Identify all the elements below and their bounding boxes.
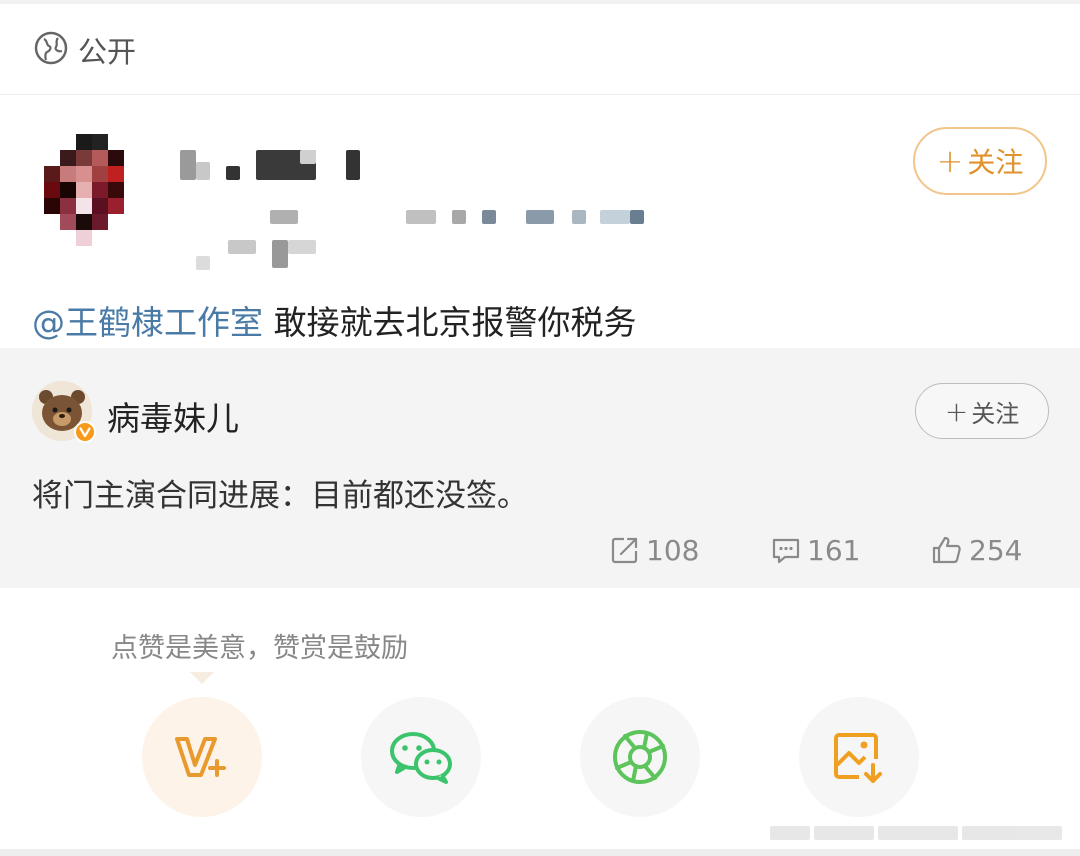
comment-button[interactable]: 161	[771, 533, 860, 567]
avatar-pixel	[60, 198, 76, 214]
watermark-block	[962, 826, 1062, 840]
header-divider	[0, 94, 1080, 95]
blurred-username	[346, 150, 360, 180]
blurred-meta	[526, 210, 554, 224]
thumbs-up-icon	[932, 536, 961, 564]
verified-badge-icon	[74, 421, 96, 443]
avatar-pixel	[44, 166, 60, 182]
quoted-text: 将门主演合同进展：目前都还没签。	[32, 478, 528, 514]
visibility-indicator: 公开	[34, 30, 136, 70]
blurred-meta	[482, 210, 496, 224]
avatar-pixel	[76, 182, 92, 198]
blurred-username	[226, 166, 240, 180]
repost-count: 108	[646, 533, 700, 567]
avatar-pixel	[76, 134, 92, 150]
share-moments-button[interactable]	[580, 697, 700, 817]
blurred-username	[300, 150, 316, 164]
avatar-pixel	[92, 150, 108, 166]
quoted-post[interactable]: 病毒妹儿 + 关注 将门主演合同进展：目前都还没签。 108 161 254	[0, 348, 1080, 588]
quoted-author-avatar[interactable]	[32, 381, 96, 443]
avatar-pixel	[76, 214, 92, 230]
follow-label: 关注	[967, 146, 1024, 179]
reward-button[interactable]	[142, 697, 262, 817]
plus-icon: +	[936, 142, 964, 180]
repost-button[interactable]: 108	[610, 533, 699, 567]
avatar-pixel	[92, 198, 108, 214]
follow-label: 关注	[971, 399, 1020, 428]
avatar-pixel	[92, 182, 108, 198]
watermark-block	[814, 826, 874, 840]
blurred-username	[196, 162, 210, 180]
avatar-pixel	[108, 150, 124, 166]
blurred-meta	[572, 210, 586, 224]
mention-link[interactable]: @王鹤棣工作室	[32, 303, 263, 342]
avatar-pixel	[60, 214, 76, 230]
visibility-label: 公开	[78, 35, 137, 69]
avatar-pixel	[92, 134, 108, 150]
watermark-block	[770, 826, 810, 840]
bottom-edge	[0, 849, 1080, 856]
blurred-meta	[196, 256, 210, 270]
globe-icon	[34, 31, 68, 69]
avatar-pixel	[76, 166, 92, 182]
avatar-pixel	[108, 198, 124, 214]
watermark-block	[878, 826, 958, 840]
avatar-pixel	[44, 182, 60, 198]
avatar-pixel	[108, 182, 124, 198]
avatar-pixel	[76, 230, 92, 246]
post-body: @王鹤棣工作室 敢接就去北京报警你税务	[32, 296, 637, 344]
like-button[interactable]: 254	[931, 533, 1022, 567]
reward-tip: 点赞是美意，赞赏是鼓励	[111, 633, 408, 664]
quoted-author-name[interactable]: 病毒妹儿	[107, 392, 239, 440]
weibo-v-plus-icon	[175, 737, 226, 777]
save-image-icon	[834, 733, 882, 783]
follow-button[interactable]: + 关注	[913, 127, 1047, 195]
blurred-watermark	[770, 826, 1070, 842]
poster-avatar[interactable]	[44, 134, 136, 246]
avatar-pixel	[92, 214, 108, 230]
avatar-pixel	[76, 198, 92, 214]
wechat-moments-icon	[613, 730, 667, 784]
blurred-meta	[406, 210, 436, 224]
avatar-pixel	[76, 150, 92, 166]
top-separator	[0, 0, 1080, 4]
quoted-follow-button[interactable]: + 关注	[915, 383, 1049, 439]
blurred-username	[180, 150, 196, 180]
avatar-pixel	[44, 198, 60, 214]
avatar-pixel	[92, 166, 108, 182]
share-wechat-button[interactable]	[361, 697, 481, 817]
blurred-meta	[228, 240, 256, 254]
avatar-pixel	[60, 166, 76, 182]
blurred-meta	[452, 210, 466, 224]
save-image-button[interactable]	[799, 697, 919, 817]
blurred-meta	[288, 240, 316, 254]
avatar-pixel	[60, 150, 76, 166]
repost-icon	[611, 537, 638, 564]
like-count: 254	[969, 533, 1023, 567]
comment-icon	[772, 538, 800, 564]
wechat-icon	[390, 732, 452, 784]
avatar-pixel	[108, 166, 124, 182]
blurred-meta	[630, 210, 644, 224]
plus-icon: +	[944, 394, 969, 428]
post-text: 敢接就去北京报警你税务	[263, 303, 637, 342]
blurred-meta	[270, 210, 298, 224]
blurred-meta	[600, 210, 630, 224]
avatar-pixel	[60, 182, 76, 198]
tip-pointer	[190, 672, 214, 684]
blurred-meta	[272, 240, 288, 268]
comment-count: 161	[807, 533, 861, 567]
